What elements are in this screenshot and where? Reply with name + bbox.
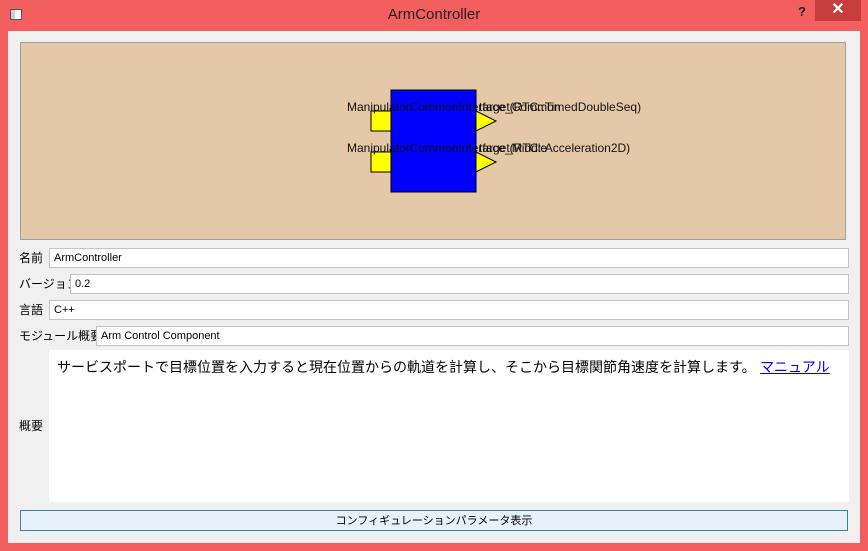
inport-middle[interactable] xyxy=(370,151,392,173)
name-field[interactable]: ArmController xyxy=(49,248,849,268)
outport-acceleration2d[interactable] xyxy=(475,151,498,173)
manual-link[interactable]: マニュアル xyxy=(760,360,830,376)
overview-text: サービスポートで目標位置を入力すると現在位置からの軌道を計算し、そこから目標関節… xyxy=(57,360,756,376)
component-diagram-canvas: ManipulatorCommonInterface_Common target… xyxy=(20,42,846,240)
inport-common[interactable] xyxy=(370,110,392,132)
app-window: ArmController ? ✕ ManipulatorCommonInter… xyxy=(0,0,868,551)
dialog-client-area: ManipulatorCommonInterface_Common target… xyxy=(8,31,860,543)
version-field[interactable]: 0.2 xyxy=(70,274,849,294)
language-label: 言語 xyxy=(19,303,44,317)
name-label: 名前 xyxy=(19,251,44,265)
module-description-field[interactable]: Arm Control Component xyxy=(96,326,849,346)
window-title: ArmController xyxy=(387,6,481,23)
overview-label: 概要 xyxy=(19,419,44,433)
outport-timed-double-seq[interactable] xyxy=(475,110,498,132)
outport-label-timed-double-seq: target(RTC::TimedDoubleSeq) xyxy=(479,100,642,114)
help-button[interactable]: ? xyxy=(790,3,814,23)
title-bar: ArmController ? ✕ xyxy=(0,0,868,32)
module-description-label: モジュール概要 xyxy=(19,329,103,343)
outport-label-acceleration2d: target(RTC::Acceleration2D) xyxy=(479,141,631,155)
show-configuration-button[interactable]: コンフィギュレーションパラメータ表示 xyxy=(20,510,848,531)
language-field[interactable]: C++ xyxy=(49,300,849,320)
close-button[interactable]: ✕ xyxy=(815,0,861,21)
overview-text-area[interactable]: サービスポートで目標位置を入力すると現在位置からの軌道を計算し、そこから目標関節… xyxy=(49,350,849,502)
